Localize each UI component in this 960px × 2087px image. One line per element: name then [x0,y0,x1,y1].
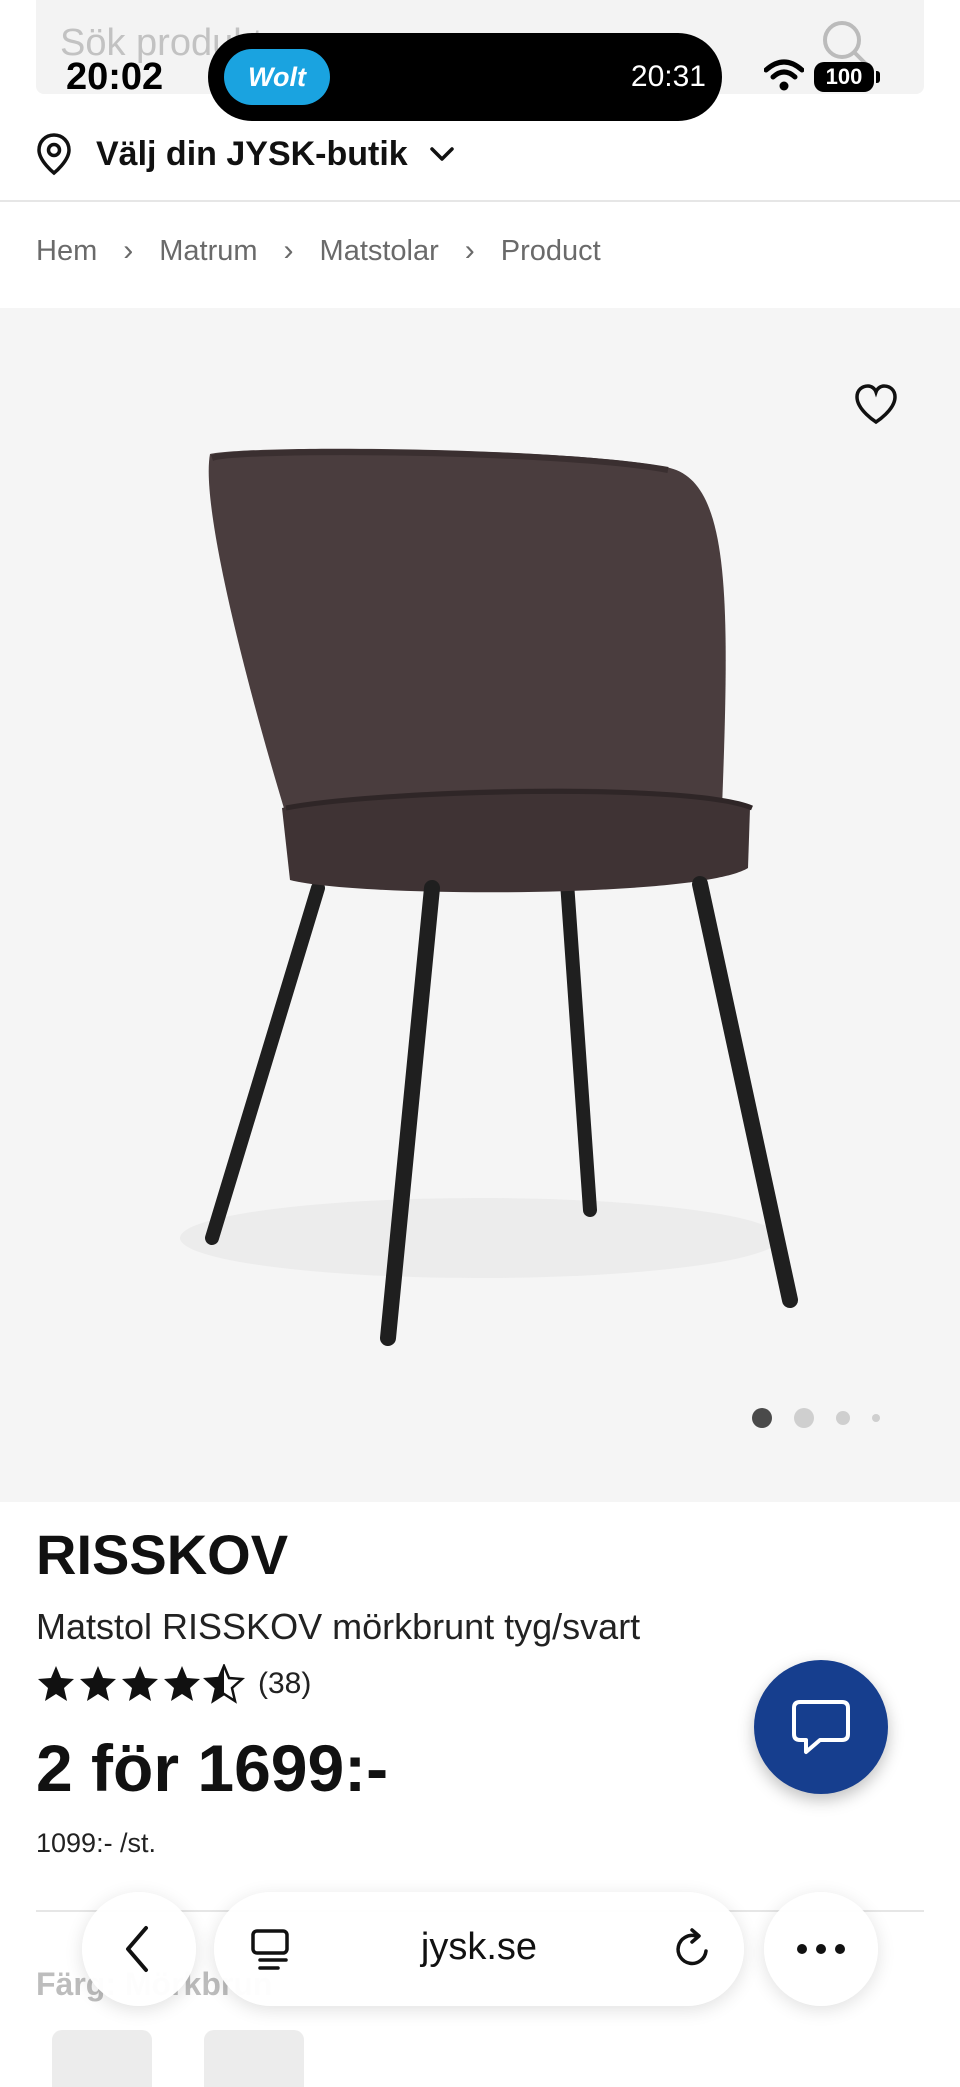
product-image-carousel[interactable] [0,308,960,1502]
rating-count: (38) [258,1667,312,1700]
location-pin-icon [37,133,71,176]
chevron-right-icon: › [283,234,294,267]
product-brand: RISSKOV [36,1523,289,1586]
breadcrumb-matrum[interactable]: Matrum [159,235,257,268]
chevron-right-icon: › [123,234,134,267]
more-button[interactable] [764,1892,878,2006]
store-label: Välj din JYSK-butik [96,134,408,173]
product-image [180,448,798,1346]
store-selector[interactable]: Välj din JYSK-butik [36,126,462,182]
star-icon [122,1666,158,1701]
breadcrumb-product: Product [500,234,601,267]
more-icon [797,1944,845,1954]
breadcrumb-matstolar[interactable]: Matstolar [320,235,439,268]
battery-tip [876,71,880,83]
reload-icon[interactable] [672,1927,714,1971]
product-name: Matstol RISSKOV mörkbrunt tyg/svart [36,1606,641,1647]
carousel-dot[interactable] [836,1411,850,1425]
chat-button[interactable] [754,1660,888,1794]
back-icon [126,1926,148,1972]
url-text: jysk.se [420,1926,538,1968]
address-bar[interactable]: jysk.se [214,1892,744,2006]
back-button[interactable] [82,1892,196,2006]
star-icon [164,1666,200,1701]
star-icon [38,1666,74,1701]
carousel-dots [752,1408,902,1428]
status-time: 20:02 [66,56,164,98]
product-price: 2 för 1699:- [36,1731,389,1805]
chevron-right-icon: › [464,234,475,267]
color-swatch[interactable] [52,2030,152,2087]
star-half-icon [204,1664,244,1703]
breadcrumb-home[interactable]: Hem [36,235,97,268]
carousel-dot[interactable] [872,1414,880,1422]
island-time: 20:31 [630,60,706,93]
product-rating[interactable]: (38) [36,1664,311,1704]
heart-icon[interactable] [852,380,900,428]
star-rating [38,1664,244,1703]
carousel-dot[interactable] [794,1408,814,1428]
chat-icon [792,1700,850,1754]
carousel-dot[interactable] [752,1408,772,1428]
chevron-down-icon [429,147,454,161]
breadcrumb: Hem › Matrum › Matstolar › Product [36,234,601,268]
battery-indicator: 100 [814,62,874,92]
unit-price: 1099:- /st. [36,1828,157,1858]
wolt-badge[interactable]: Wolt [224,49,330,105]
color-swatch[interactable] [204,2030,304,2087]
header-divider [0,200,960,202]
wifi-icon [764,59,804,91]
dynamic-island: Wolt 20:31 [208,33,722,121]
star-icon [80,1666,116,1701]
